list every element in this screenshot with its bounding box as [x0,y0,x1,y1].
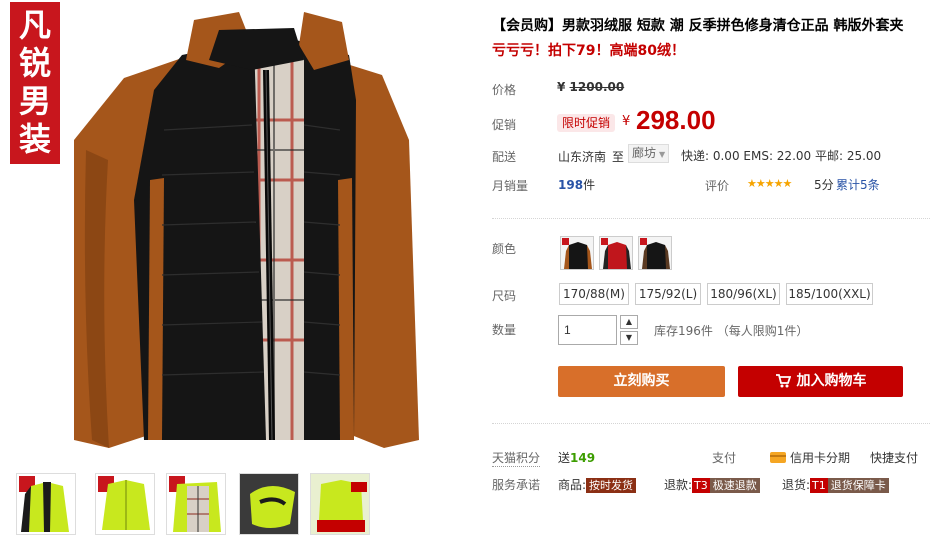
shipping-rates: 快递: 0.00 EMS: 22.00 平邮: 25.00 [681,149,882,163]
fast-refund-badge[interactable]: 极速退款 [709,478,760,493]
price-label: 价格 [492,83,517,97]
quick-pay[interactable]: 快捷支付 [870,449,918,466]
original-price-currency: ¥ [557,80,566,94]
color-swatch-brown[interactable] [638,236,672,270]
thumbnail-plaid-lining[interactable] [166,473,226,535]
sales-count-unit: 件 [583,178,596,192]
stock-info: 库存196件 （每人限购1件） [654,324,809,338]
promo-label: 促销 [492,118,517,132]
sales-count-number: 198 [558,178,584,192]
rating-label: 评价 [705,179,730,193]
credit-card-icon [770,452,786,463]
size-option-m[interactable]: 170/88(M) [559,283,629,305]
review-count-link[interactable]: 累计5条 [836,176,880,193]
shipping-label: 配送 [492,150,517,164]
points-number: 149 [570,451,596,465]
quantity-increment-button[interactable]: ▲ [620,315,638,329]
size-option-xl[interactable]: 180/96(XL) [707,283,780,305]
credit-installment[interactable]: 信用卡分期 [770,449,850,466]
color-swatch-red[interactable] [599,236,633,270]
size-option-l[interactable]: 175/92(L) [635,283,701,305]
rating-stars-icon: ★★★★★ [747,177,792,190]
thumbnail-strip [12,473,372,539]
product-title: 【会员购】男款羽绒服 短款 潮 反季拼色修身清仓正品 韩版外套夹 [492,18,904,34]
on-time-delivery-badge[interactable]: 按时发货 [586,478,637,493]
shipping-to-word: 至 [612,150,625,164]
divider [492,218,930,219]
price-currency: ¥ [622,114,631,129]
cart-icon [775,374,791,388]
brand-char: 男 [18,82,51,120]
brand-char: 锐 [18,44,51,82]
chevron-down-icon: ▼ [659,150,666,159]
rating-score: 5分 [814,178,834,192]
divider [492,423,930,424]
current-price: 298.00 [636,105,716,135]
points-label[interactable]: 天猫积分 [492,449,541,467]
buy-now-button[interactable]: 立刻购买 [558,366,725,397]
refund-code-badge: T3 [692,478,710,493]
service-refund-label: 退款: [664,478,693,492]
main-product-image[interactable] [4,0,472,458]
quantity-decrement-button[interactable]: ▼ [620,331,638,345]
sales-count: 198件 [558,176,595,193]
size-option-xxl[interactable]: 185/100(XXL) [786,283,873,305]
brand-char: 装 [18,120,51,158]
district-select[interactable]: 廊坊 ▼ [628,144,670,163]
color-swatch-black[interactable] [560,236,594,270]
service-goods: 商品: 按时发货 [558,476,637,493]
return-guarantee-badge[interactable]: 退货保障卡 [827,478,889,493]
quantity-input[interactable] [558,315,617,345]
jacket-illustration [74,12,419,448]
service-return: 退货: T1 退货保障卡 [782,476,889,493]
color-label: 颜色 [492,242,517,256]
add-to-cart-button[interactable]: 加入购物车 [738,366,903,397]
chevron-up-icon: ▲ [625,317,633,326]
brand-char: 凡 [18,6,51,44]
promo-tag: 限时促销 [557,114,616,132]
shipping-from: 山东济南 [558,150,607,164]
district-value: 廊坊 [632,146,657,160]
service-goods-label: 商品: [558,478,587,492]
service-label: 服务承诺 [492,478,541,492]
add-to-cart-label: 加入购物车 [796,373,867,389]
chevron-down-icon: ▼ [625,333,633,342]
points-prefix: 送 [558,451,571,465]
service-return-label: 退货: [782,478,811,492]
thumbnail-lime-jacket-flat[interactable] [95,473,155,535]
sales-label: 月销量 [492,179,529,193]
original-price: ¥ 1200.00 [557,80,624,94]
return-code-badge: T1 [810,478,828,493]
product-subtitle: 亏亏亏！拍下79！高端80绒！ [492,43,685,59]
brand-badge: 凡 锐 男 装 [10,2,60,164]
points-value: 送149 [558,449,595,466]
payment-label: 支付 [712,451,737,465]
service-refund: 退款: T3 极速退款 [664,476,760,493]
original-price-value: 1200.00 [569,80,625,94]
size-label: 尺码 [492,289,517,303]
quantity-label: 数量 [492,323,517,337]
thumbnail-lime-jacket-detail[interactable] [239,473,299,535]
thumbnail-lime-jacket-promo[interactable] [310,473,370,535]
credit-installment-label: 信用卡分期 [790,451,851,465]
thumbnail-lime-jacket-front[interactable] [16,473,76,535]
